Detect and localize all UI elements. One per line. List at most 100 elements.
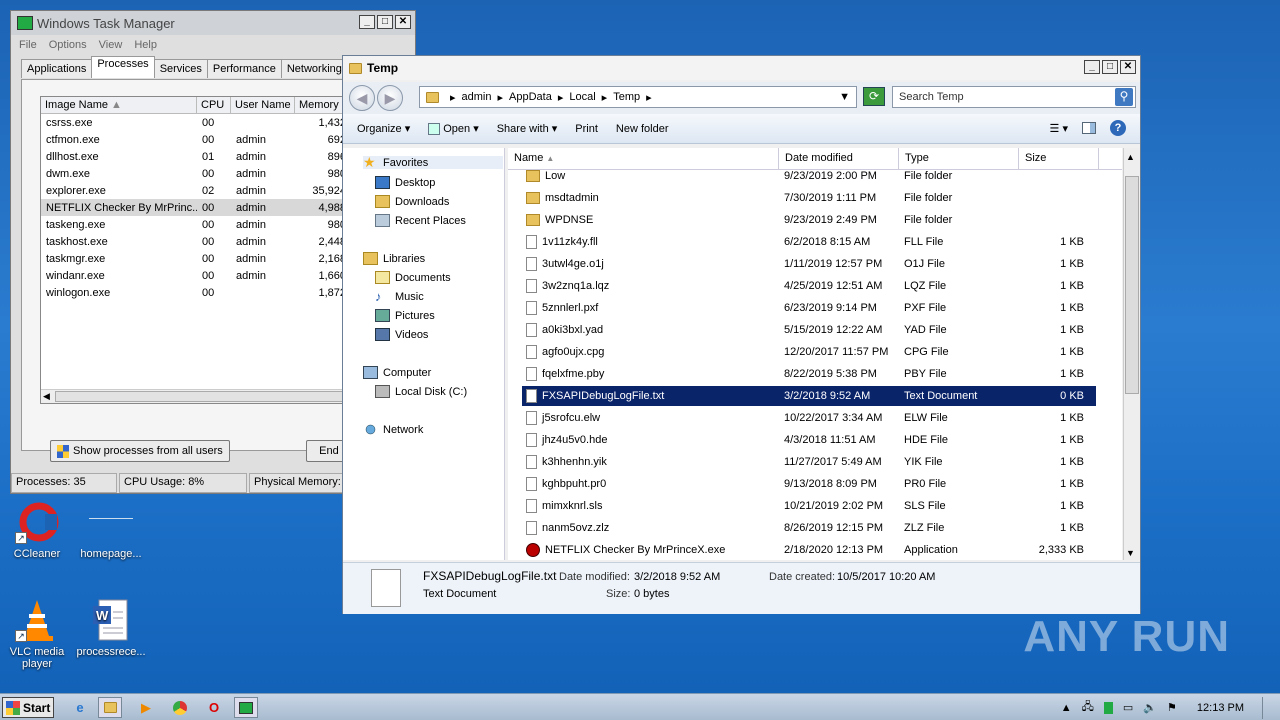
nav-network[interactable]: Network: [363, 423, 423, 436]
menu-bar: File Options View Help: [11, 35, 415, 55]
file-row[interactable]: fqelxfme.pby 8/22/2019 5:38 PM PBY File 1 K…: [522, 364, 1096, 384]
print-button[interactable]: Print: [575, 123, 598, 135]
forward-button[interactable]: ▶: [377, 85, 403, 111]
address-bar[interactable]: ▸ admin ▸ AppData ▸ Local ▸ Temp ▸ ▼: [419, 86, 857, 108]
chevron-right-icon[interactable]: ▸: [646, 91, 652, 104]
file-row[interactable]: WPDNSE 9/23/2019 2:49 PM File folder: [522, 210, 1096, 230]
file-row[interactable]: kghbpuht.pr0 9/13/2018 8:09 PM PR0 File 1 K…: [522, 474, 1096, 494]
view-options-icon[interactable]: ☰ ▾: [1050, 122, 1068, 135]
desktop-icon-ccleaner[interactable]: ↗ CCleaner: [0, 500, 74, 560]
show-desktop-button[interactable]: [1262, 696, 1272, 719]
nav-favorites[interactable]: ★ Favorites: [363, 155, 503, 169]
preview-pane-icon[interactable]: [1082, 122, 1096, 134]
file-explorer-icon[interactable]: [98, 697, 122, 718]
open-button[interactable]: Open ▾: [428, 122, 479, 136]
file-row[interactable]: k3hhenhn.yik 11/27/2017 5:49 AM YIK File 1 …: [522, 452, 1096, 472]
start-button[interactable]: Start: [2, 697, 54, 718]
maximize-button[interactable]: □: [1102, 60, 1118, 74]
desktop-icon-processrece[interactable]: W processrece...: [74, 598, 148, 658]
file-row[interactable]: a0ki3bxl.yad 5/15/2019 12:22 AM YAD File 1 …: [522, 320, 1096, 340]
file-row[interactable]: Low 9/23/2019 2:00 PM File folder: [522, 166, 1096, 186]
menu-file[interactable]: File: [19, 39, 37, 51]
nav-computer[interactable]: Computer: [363, 366, 431, 379]
nav-documents[interactable]: Documents: [375, 271, 451, 284]
nav-pictures[interactable]: Pictures: [375, 309, 435, 322]
clock[interactable]: 12:13 PM: [1197, 702, 1244, 714]
opera-icon[interactable]: O: [202, 697, 226, 718]
file-row[interactable]: msdtadmin 7/30/2019 1:11 PM File folder: [522, 188, 1096, 208]
network-status-icon[interactable]: 🖧: [1082, 698, 1094, 717]
nav-local-disk[interactable]: Local Disk (C:): [375, 385, 467, 398]
file-row[interactable]: 1v11zk4y.fll 6/2/2018 8:15 AM FLL File 1 KB: [522, 232, 1096, 252]
volume-icon[interactable]: 🔈: [1143, 701, 1157, 714]
file-row[interactable]: 3utwl4ge.o1j 1/11/2019 12:57 PM O1J File 1 …: [522, 254, 1096, 274]
refresh-button[interactable]: ⟳: [863, 87, 885, 106]
scroll-down-icon[interactable]: ▼: [1126, 548, 1135, 558]
back-button[interactable]: ◀: [349, 85, 375, 111]
tab-performance[interactable]: Performance: [206, 59, 282, 78]
chrome-icon[interactable]: [168, 697, 192, 718]
search-input[interactable]: Search Temp ⚲: [892, 86, 1136, 108]
media-player-icon[interactable]: ▶: [134, 697, 158, 718]
address-dropdown-icon[interactable]: ▼: [839, 91, 850, 103]
scroll-up-icon[interactable]: ▲: [1126, 152, 1135, 162]
tab-services[interactable]: Services: [153, 59, 208, 78]
file-row[interactable]: FXSAPIDebugLogFile.txt 3/2/2018 9:52 AM Te…: [522, 386, 1096, 406]
flag-icon[interactable]: [1103, 701, 1113, 714]
desktop-icon-homepage[interactable]: homepage...: [74, 500, 148, 560]
tab-applications[interactable]: Applications: [21, 59, 93, 78]
scroll-left-icon[interactable]: ◀: [43, 391, 50, 402]
power-icon[interactable]: ▭: [1123, 701, 1133, 714]
menu-view[interactable]: View: [99, 39, 123, 51]
explorer-titlebar[interactable]: Temp: [343, 56, 1140, 80]
desktop-icon-vlc[interactable]: ↗ VLC media player: [0, 598, 74, 670]
breadcrumb-local[interactable]: Local: [569, 91, 595, 103]
share-with-button[interactable]: Share with ▾: [497, 122, 558, 135]
menu-options[interactable]: Options: [49, 39, 87, 51]
scrollbar-thumb[interactable]: [1125, 176, 1139, 394]
file-row[interactable]: agfo0ujx.cpg 12/20/2017 11:57 PM CPG File 1…: [522, 342, 1096, 362]
chevron-right-icon[interactable]: ▸: [498, 91, 504, 104]
file-row[interactable]: mimxknrl.sls 10/21/2019 2:02 PM SLS File 1 …: [522, 496, 1096, 516]
nav-desktop[interactable]: Desktop: [375, 176, 435, 189]
file-row[interactable]: nanm5ovz.zlz 8/26/2019 12:15 PM ZLZ File 1 …: [522, 518, 1096, 538]
column-user-name[interactable]: User Name: [231, 97, 295, 113]
nav-libraries[interactable]: Libraries: [363, 252, 425, 265]
tab-networking[interactable]: Networking: [280, 59, 348, 78]
show-all-processes-button[interactable]: Show processes from all users: [50, 440, 230, 462]
file-row[interactable]: 5znnlerl.pxf 6/23/2019 9:14 PM PXF File 1 K…: [522, 298, 1096, 318]
breadcrumb-admin[interactable]: admin: [462, 91, 492, 103]
maximize-button[interactable]: □: [377, 15, 393, 29]
column-image-name[interactable]: Image Name ▲: [41, 97, 197, 113]
file-row[interactable]: j5srofcu.elw 10/22/2017 3:34 AM ELW File 1 …: [522, 408, 1096, 428]
file-row[interactable]: NETFLIX Checker By MrPrinceX.exe 2/18/202…: [522, 540, 1096, 560]
action-center-icon[interactable]: ⚑: [1167, 701, 1177, 714]
chevron-right-icon[interactable]: ▸: [602, 91, 608, 104]
minimize-button[interactable]: _: [359, 15, 375, 29]
breadcrumb-temp[interactable]: Temp: [613, 91, 640, 103]
vertical-scrollbar[interactable]: ▲ ▼: [1123, 148, 1140, 560]
new-folder-button[interactable]: New folder: [616, 123, 669, 135]
tab-processes[interactable]: Processes: [91, 56, 155, 78]
breadcrumb-appdata[interactable]: AppData: [509, 91, 552, 103]
chevron-right-icon[interactable]: ▸: [558, 91, 564, 104]
search-icon[interactable]: ⚲: [1115, 88, 1133, 106]
show-hidden-icons-icon[interactable]: ▲: [1061, 702, 1072, 714]
file-row[interactable]: jhz4u5v0.hde 4/3/2018 11:51 AM HDE File 1 K…: [522, 430, 1096, 450]
scrollbar-thumb[interactable]: [55, 391, 345, 402]
nav-videos[interactable]: Videos: [375, 328, 428, 341]
help-icon[interactable]: ?: [1110, 120, 1126, 136]
nav-downloads[interactable]: Downloads: [375, 195, 449, 208]
internet-explorer-icon[interactable]: e: [68, 697, 92, 718]
menu-help[interactable]: Help: [134, 39, 157, 51]
task-manager-taskbar-icon[interactable]: [234, 697, 258, 718]
column-cpu[interactable]: CPU: [197, 97, 231, 113]
close-button[interactable]: ✕: [395, 15, 411, 29]
task-manager-titlebar[interactable]: Windows Task Manager: [11, 11, 415, 35]
nav-music[interactable]: ♪ Music: [375, 290, 424, 303]
file-row[interactable]: 3w2znq1a.lqz 4/25/2019 12:51 AM LQZ File 1 …: [522, 276, 1096, 296]
minimize-button[interactable]: _: [1084, 60, 1100, 74]
close-button[interactable]: ✕: [1120, 60, 1136, 74]
nav-recent-places[interactable]: Recent Places: [375, 214, 466, 227]
organize-button[interactable]: Organize ▾: [357, 122, 410, 135]
